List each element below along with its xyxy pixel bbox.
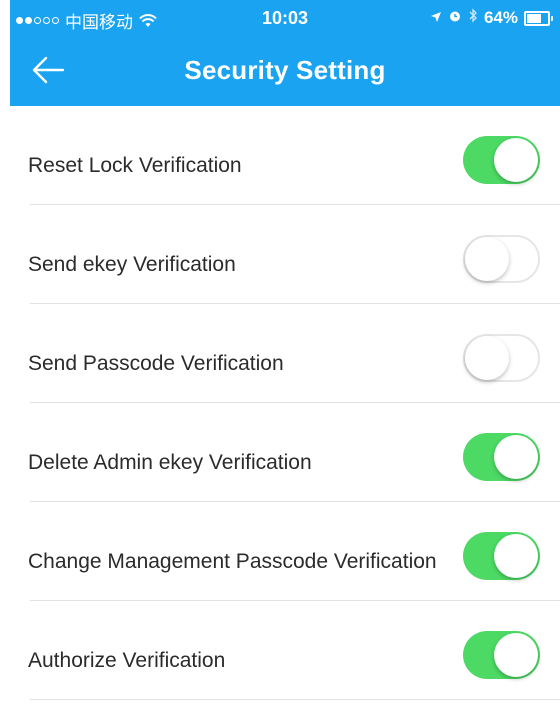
setting-label: Delete Admin ekey Verification xyxy=(28,451,312,474)
battery-percent: 64% xyxy=(483,8,518,27)
setting-label: Send Passcode Verification xyxy=(28,352,284,375)
battery-icon xyxy=(524,10,553,26)
screen: 中国移动 10:03 64% Security Setting Reset Lo… xyxy=(0,0,560,713)
setting-row-send-ekey: Send ekey Verification xyxy=(0,205,560,304)
setting-row-send-passcode: Send Passcode Verification xyxy=(0,304,560,403)
header-bar: 中国移动 10:03 64% Security Setting xyxy=(10,0,560,106)
setting-row-authorize: Authorize Verification xyxy=(0,601,560,700)
delete-admin-ekey-verification-toggle[interactable] xyxy=(463,433,540,481)
location-arrow-icon xyxy=(430,8,442,28)
setting-label: Authorize Verification xyxy=(28,649,226,672)
change-management-passcode-verification-toggle[interactable] xyxy=(463,532,540,580)
setting-row-change-management-passcode: Change Management Passcode Verification xyxy=(0,502,560,601)
send-ekey-verification-toggle[interactable] xyxy=(463,235,540,283)
page-title: Security Setting xyxy=(184,55,386,85)
alarm-clock-icon xyxy=(448,8,462,28)
setting-label: Change Management Passcode Verification xyxy=(28,550,437,573)
setting-row-delete-admin-ekey: Delete Admin ekey Verification xyxy=(0,403,560,502)
setting-label: Reset Lock Verification xyxy=(28,154,242,177)
send-passcode-verification-toggle[interactable] xyxy=(463,334,540,382)
reset-lock-verification-toggle[interactable] xyxy=(463,136,540,184)
divider xyxy=(30,699,560,700)
bluetooth-icon xyxy=(468,8,478,28)
navigation-bar: Security Setting xyxy=(10,36,560,106)
settings-list: Reset Lock Verification Send ekey Verifi… xyxy=(0,106,560,700)
setting-row-reset-lock: Reset Lock Verification xyxy=(0,106,560,205)
status-indicators: 64% xyxy=(430,8,553,28)
status-bar: 中国移动 10:03 64% xyxy=(10,0,560,36)
setting-label: Send ekey Verification xyxy=(28,253,236,276)
authorize-verification-toggle[interactable] xyxy=(463,631,540,679)
